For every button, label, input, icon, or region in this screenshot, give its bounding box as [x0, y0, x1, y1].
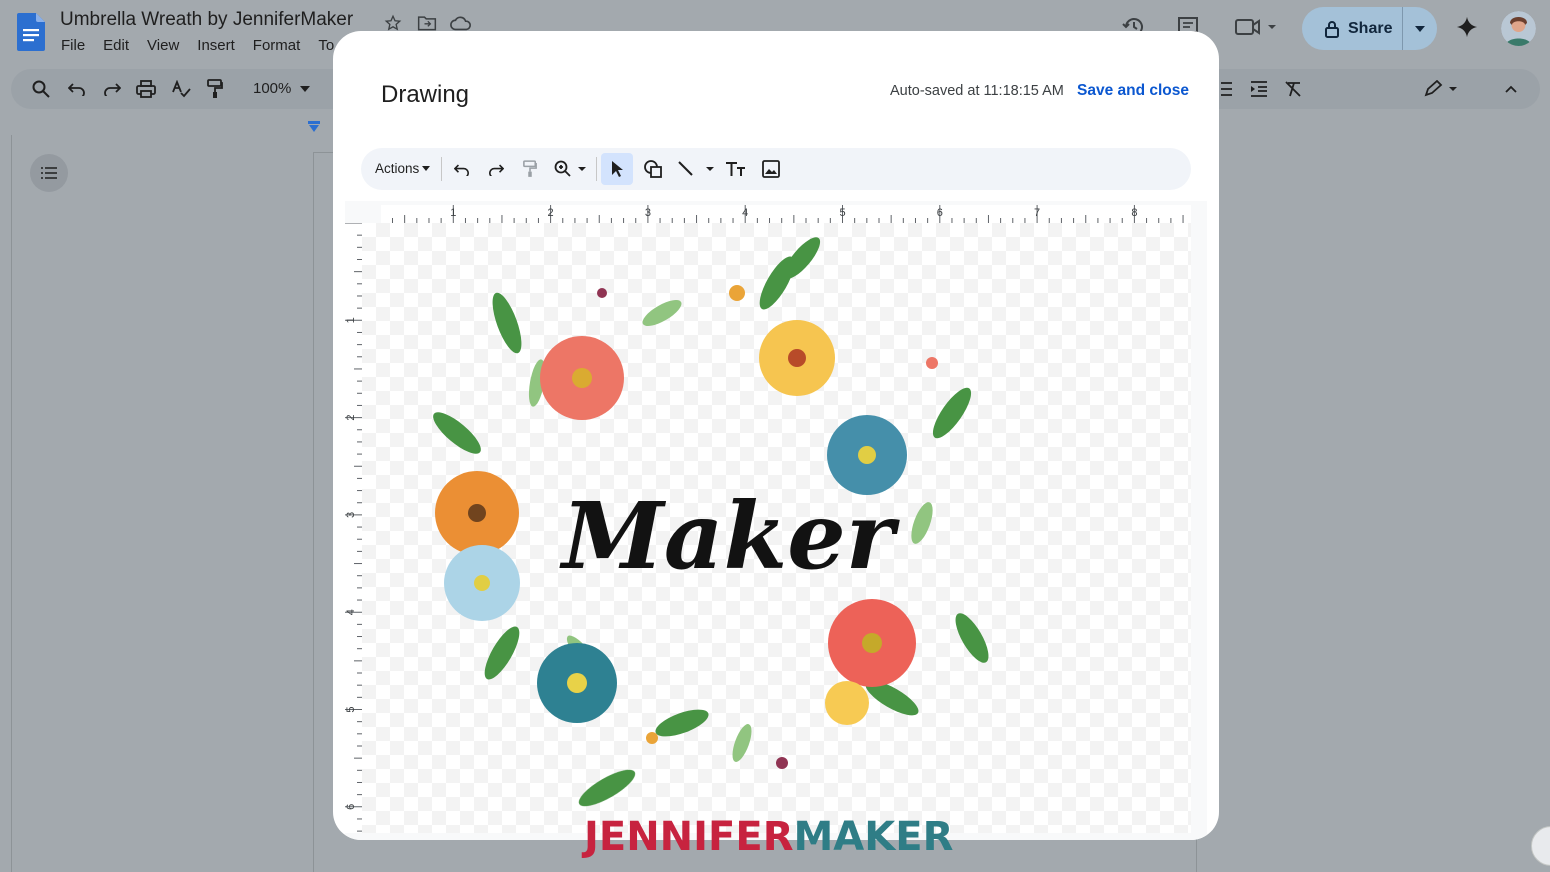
jennifermaker-watermark: JENNIFERMAKER	[584, 814, 953, 860]
meet-icon[interactable]	[1234, 14, 1280, 40]
drawing-toolbar: Actions	[361, 148, 1191, 190]
menu-file[interactable]: File	[61, 37, 85, 54]
zoom-icon[interactable]	[551, 157, 591, 181]
watermark-part2: MAKER	[793, 814, 954, 860]
share-label: Share	[1348, 19, 1393, 37]
indent-marker-icon[interactable]	[308, 121, 320, 133]
document-outline-button[interactable]	[30, 154, 68, 192]
zoom-select[interactable]: 100%	[253, 80, 291, 97]
redo-icon[interactable]	[483, 157, 509, 181]
share-dropdown-button[interactable]	[1403, 7, 1437, 50]
spellcheck-icon[interactable]	[169, 77, 193, 101]
drawing-dialog: Drawing Auto-saved at 11:18:15 AM Save a…	[333, 31, 1219, 840]
ruler-label: 3	[645, 207, 651, 219]
docs-logo-icon[interactable]	[17, 13, 45, 51]
menu-insert[interactable]: Insert	[197, 37, 235, 54]
ruler-label: 1	[450, 207, 456, 219]
print-icon[interactable]	[134, 77, 158, 101]
shape-tool-icon[interactable]	[640, 157, 666, 181]
menu-tools[interactable]: To	[318, 37, 334, 54]
dialog-title: Drawing	[381, 81, 470, 108]
undo-icon[interactable]	[65, 77, 89, 101]
editing-mode-icon[interactable]	[1422, 77, 1462, 101]
horizontal-ruler: 1 2 3 4 5 6 7 8	[381, 205, 1191, 223]
side-panel-toggle[interactable]	[1531, 826, 1550, 866]
save-and-close-button[interactable]: Save and close	[1077, 82, 1189, 100]
vertical-ruler	[0, 135, 12, 872]
ruler-label: 5	[345, 706, 357, 712]
line-tool-icon[interactable]	[675, 157, 717, 181]
ruler-label: 6	[345, 804, 357, 810]
share-button-group: Share	[1302, 7, 1437, 50]
drawing-canvas[interactable]: Maker	[362, 223, 1191, 833]
user-avatar[interactable]	[1501, 11, 1536, 46]
menu-format[interactable]: Format	[253, 37, 301, 54]
vertical-ruler-drawing: 1 2 3 4 5 6	[345, 223, 362, 833]
menu-view[interactable]: View	[147, 37, 179, 54]
drawing-canvas-area: 1 2 3 4 5 6 7 8 1 2 3 4 5 6 Maker	[345, 201, 1207, 840]
paint-format-icon[interactable]	[517, 157, 543, 181]
document-title[interactable]: Umbrella Wreath by JenniferMaker	[60, 9, 353, 31]
autosave-status: Auto-saved at 11:18:15 AM	[890, 83, 1064, 99]
ruler-label: 2	[548, 207, 554, 219]
maker-text[interactable]: Maker	[559, 482, 901, 590]
chevron-down-icon[interactable]	[293, 77, 317, 101]
ruler-label: 1	[345, 317, 357, 323]
menu-edit[interactable]: Edit	[103, 37, 129, 54]
ruler-label: 5	[839, 207, 845, 219]
outline-list-icon	[41, 167, 57, 179]
watermark-part1: JENNIFER	[584, 814, 794, 860]
clear-formatting-icon[interactable]	[1281, 77, 1305, 101]
collapse-menus-icon[interactable]	[1499, 77, 1523, 101]
ruler-label: 3	[345, 512, 357, 518]
ruler-label: 2	[345, 415, 357, 421]
image-icon[interactable]	[758, 157, 784, 181]
ruler-label: 8	[1131, 207, 1137, 219]
undo-icon[interactable]	[449, 157, 475, 181]
actions-label: Actions	[375, 161, 420, 176]
ruler-label: 4	[345, 609, 357, 615]
menu-bar: File Edit View Insert Format To	[61, 37, 352, 54]
ruler-label: 7	[1034, 207, 1040, 219]
ruler-label: 6	[937, 207, 943, 219]
select-tool-icon[interactable]	[601, 153, 633, 185]
ruler-label: 4	[742, 207, 748, 219]
paint-format-icon[interactable]	[203, 77, 227, 101]
floral-wreath-image[interactable]: Maker	[362, 223, 1191, 833]
redo-icon[interactable]	[100, 77, 124, 101]
text-box-icon[interactable]	[723, 157, 749, 181]
lock-icon	[1325, 20, 1339, 38]
increase-indent-icon[interactable]	[1247, 77, 1271, 101]
chevron-down-icon	[422, 166, 431, 171]
actions-menu[interactable]: Actions	[375, 161, 431, 176]
chevron-down-icon	[1415, 25, 1425, 32]
share-button[interactable]: Share	[1302, 7, 1402, 50]
search-menus-icon[interactable]	[29, 77, 53, 101]
gemini-icon[interactable]	[1454, 14, 1480, 40]
